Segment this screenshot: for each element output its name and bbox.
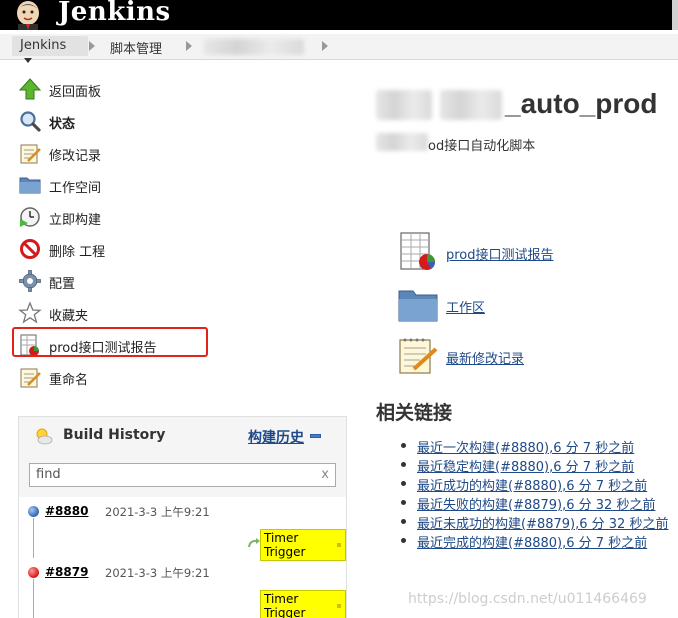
project-title-redacted xyxy=(440,90,502,120)
sidebar-item-label: 工作空间 xyxy=(49,181,102,196)
badge-dot xyxy=(337,543,341,547)
sidebar-item-rename[interactable]: 重命名 xyxy=(18,365,198,389)
sidebar-item-label: 删除 工程 xyxy=(49,245,106,260)
timeline-line xyxy=(33,579,34,618)
project-description: od接口自动化脚本 xyxy=(428,139,536,154)
bullet xyxy=(401,519,406,524)
permalink-last-failed[interactable]: 最近失败的构建(#8879),6 分 32 秒之前 xyxy=(417,494,655,513)
gear-icon xyxy=(19,270,41,292)
rerun-arrow-icon[interactable] xyxy=(247,537,261,549)
breadcrumb: Jenkins 脚本管理 xyxy=(0,34,678,63)
build-list: #8880 2021-3-3 上午9:21 Timer Trigger #887… xyxy=(19,497,346,618)
highlight-annotation-box xyxy=(12,327,208,357)
chevron-down-icon[interactable] xyxy=(24,58,32,63)
build-trend-link[interactable]: 构建历史 xyxy=(248,427,304,447)
status-blue-ball-icon xyxy=(28,506,39,517)
watermark-text: https://blog.csdn.net/u011466469 xyxy=(408,591,647,607)
sidebar-item-changes[interactable]: 修改记录 xyxy=(18,141,198,165)
permalink-last-unsuccessful[interactable]: 最近未成功的构建(#8879),6 分 32 秒之前 xyxy=(417,513,668,532)
folder-icon xyxy=(19,177,41,194)
breadcrumb-separator-icon[interactable] xyxy=(186,41,192,51)
notepad-icon xyxy=(399,338,438,374)
timer-trigger-badge: Timer Trigger xyxy=(260,590,346,618)
sidebar-item-label: 立即构建 xyxy=(49,213,102,228)
sidebar-item-label: 返回面板 xyxy=(49,85,102,100)
related-links-heading: 相关链接 xyxy=(376,402,453,424)
permalink-last-build[interactable]: 最近一次构建(#8880),6 分 7 秒之前 xyxy=(417,437,634,456)
build-date: 2021-3-3 上午9:21 xyxy=(105,505,210,519)
build-row: #8879 2021-3-3 上午9:21 Timer Trigger xyxy=(19,558,346,618)
sidebar-item-workspace[interactable]: 工作空间 xyxy=(18,173,198,197)
bullet xyxy=(401,462,406,467)
clock-icon xyxy=(20,207,40,227)
brand-title[interactable]: Jenkins xyxy=(58,0,171,27)
weather-sun-icon xyxy=(36,428,53,445)
build-search-value: find xyxy=(36,467,61,482)
no-entry-icon xyxy=(20,239,40,259)
build-number-link[interactable]: #8880 xyxy=(45,504,88,518)
main-link-label: prod接口测试报告 xyxy=(446,248,554,263)
permalink-item: 最近一次构建(#8880),6 分 7 秒之前 xyxy=(401,436,671,456)
badge-dot xyxy=(337,604,341,608)
sidebar-item-label: 修改记录 xyxy=(49,149,102,164)
notepad-icon xyxy=(20,368,41,388)
breadcrumb-jenkins[interactable]: Jenkins xyxy=(12,36,88,63)
sidebar-item-label: 配置 xyxy=(49,277,76,292)
breadcrumb-separator-icon[interactable] xyxy=(89,41,95,51)
project-title: _auto_prod xyxy=(505,88,658,119)
build-date: 2021-3-3 上午9:21 xyxy=(105,566,210,580)
breadcrumb-folder[interactable]: 脚本管理 xyxy=(110,38,162,57)
status-red-ball-icon xyxy=(28,567,39,578)
timer-trigger-badge: Timer Trigger xyxy=(260,529,346,561)
star-icon xyxy=(18,301,42,324)
permalink-item: 最近稳定构建(#8880),6 分 7 秒之前 xyxy=(401,455,671,475)
build-history-title: Build History xyxy=(63,427,166,443)
jenkins-logo-icon[interactable] xyxy=(6,0,54,30)
breadcrumb-separator-icon[interactable] xyxy=(322,41,328,51)
breadcrumb-redacted[interactable] xyxy=(204,39,304,55)
build-number-link[interactable]: #8879 xyxy=(45,565,88,579)
project-title-redacted xyxy=(376,90,432,120)
bullet xyxy=(401,481,406,486)
sidebar-item-status[interactable]: 状态 xyxy=(18,109,198,133)
permalink-last-stable[interactable]: 最近稳定构建(#8880),6 分 7 秒之前 xyxy=(417,456,634,475)
build-history-panel: Build History 构建历史 find x #8880 2021-3-3… xyxy=(18,416,347,618)
bullet xyxy=(401,538,406,543)
permalink-item: 最近完成的构建(#8880),6 分 7 秒之前 xyxy=(401,531,671,551)
sidebar-item-configure[interactable]: 配置 xyxy=(18,269,198,293)
up-arrow-icon xyxy=(18,78,42,100)
bullet xyxy=(401,443,406,448)
sidebar-item-label: 收藏夹 xyxy=(49,309,89,324)
permalink-item: 最近未成功的构建(#8879),6 分 32 秒之前 xyxy=(401,512,671,532)
permalink-last-completed[interactable]: 最近完成的构建(#8880),6 分 7 秒之前 xyxy=(417,532,647,551)
bullet xyxy=(401,500,406,505)
build-row: #8880 2021-3-3 上午9:21 Timer Trigger xyxy=(19,497,346,561)
search-icon xyxy=(20,111,41,132)
description-redacted xyxy=(376,133,428,151)
sidebar-item-build-now[interactable]: 立即构建 xyxy=(18,205,198,229)
sidebar-item-label: 状态 xyxy=(49,117,76,132)
sidebar-item-back-to-dashboard[interactable]: 返回面板 xyxy=(18,77,198,101)
folder-icon xyxy=(398,290,438,322)
clear-search-icon[interactable]: x xyxy=(321,467,329,482)
build-search-input[interactable]: find x xyxy=(29,463,336,487)
main-link-label: 最新修改记录 xyxy=(446,352,525,367)
sidebar-item-delete-project[interactable]: 删除 工程 xyxy=(18,237,198,261)
permalink-item: 最近成功的构建(#8880),6 分 7 秒之前 xyxy=(401,474,671,494)
permalink-item: 最近失败的构建(#8879),6 分 32 秒之前 xyxy=(401,493,671,513)
header-edge xyxy=(672,0,678,30)
top-header: Jenkins xyxy=(0,0,678,30)
notepad-icon xyxy=(20,144,41,164)
sidebar-item-favorite[interactable]: 收藏夹 xyxy=(18,301,198,325)
permalink-last-successful[interactable]: 最近成功的构建(#8880),6 分 7 秒之前 xyxy=(417,475,647,494)
timeline-line xyxy=(33,518,34,558)
report-icon xyxy=(400,232,436,270)
main-link-label: 工作区 xyxy=(446,301,486,316)
sidebar-item-label: 重命名 xyxy=(49,373,89,388)
collapse-minus-icon[interactable] xyxy=(310,434,321,438)
breadcrumb-jenkins-label: Jenkins xyxy=(20,38,67,53)
